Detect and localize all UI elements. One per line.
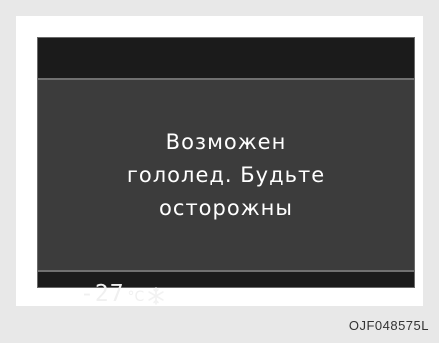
display-top-bar [38,38,414,78]
cluster-display: Возможен гололед. Будьте осторожны [37,37,415,288]
temperature-unit: °C [127,289,145,305]
message-line-1: Возможен [165,129,287,154]
temperature-value: -27 [80,281,125,307]
message-line-2: гололед. Будьте [126,162,326,187]
figure-code: OJF048575L [348,318,429,333]
outside-temperature: -27 °C [80,281,144,311]
message-line-3: осторожны [159,195,293,220]
warning-message: Возможен гололед. Будьте осторожны [38,80,414,270]
snowflake-icon [148,287,164,305]
